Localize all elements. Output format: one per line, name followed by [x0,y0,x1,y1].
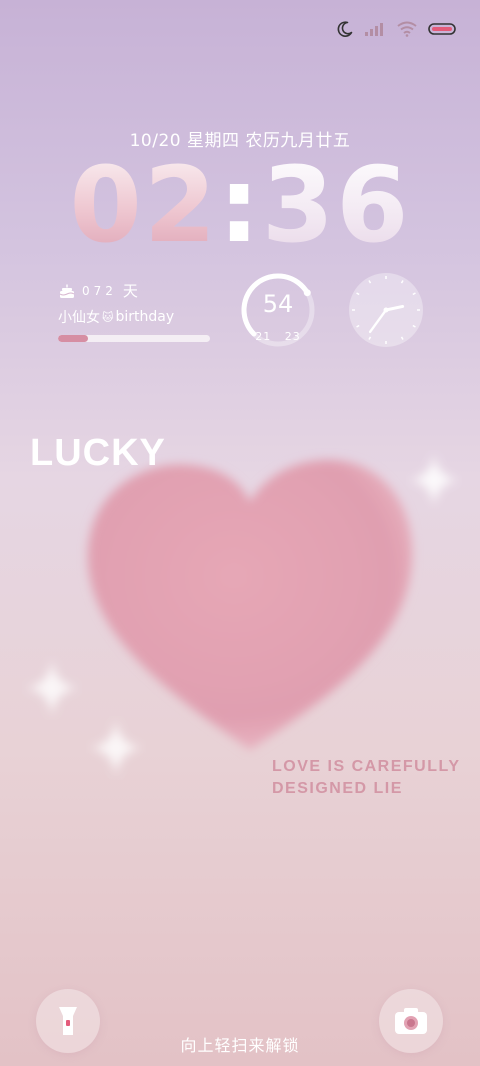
countdown-days: 072 [82,283,117,298]
countdown-unit: 天 [122,282,138,300]
birthday-countdown-widget[interactable]: 072 天 小仙女 🐱 birthday [58,280,213,342]
wifi-icon [397,21,417,37]
cat-emoji-icon: 🐱 [102,310,114,324]
tagline-line-1: LOVE IS CAREFULLY [272,758,461,775]
temperature-high: 23 [284,330,301,343]
tagline-line-2: DESIGNED LIE [272,780,403,797]
weather-widget[interactable]: 54 21 23 [240,272,316,348]
temperature-low: 21 [255,330,272,343]
countdown-progress-fill [58,335,89,342]
battery-icon [428,23,456,35]
countdown-label-suffix: birthday [115,309,175,325]
cake-icon [59,284,75,298]
status-bar [336,20,456,38]
temperature-current: 54 [262,290,294,318]
sparkle-icon [88,718,144,778]
clock-hour-ones: 2 [143,144,219,266]
temperature-range: 21 23 [240,330,316,343]
countdown-label: 小仙女 🐱 birthday [58,307,213,327]
lock-clock: 02:36 [0,150,480,260]
moon-icon [337,21,353,37]
tagline: LOVE IS CAREFULLY DESIGNED LIE [272,756,460,800]
clock-hour-tens: 0 [69,144,144,266]
signal-icon [365,23,383,36]
swipe-unlock-hint[interactable]: 向上轻扫来解锁 [0,1032,480,1056]
lucky-text: LUCKY [30,432,166,474]
sparkle-icon [24,658,80,718]
analog-clock-widget[interactable] [348,272,424,348]
clock-colon: : [218,144,262,266]
countdown-progress-track [58,335,210,342]
analog-clock-face [349,273,423,347]
countdown-label-prefix: 小仙女 [58,310,100,326]
clock-minute-ones: 6 [336,144,411,266]
clock-minute-tens: 3 [261,144,337,266]
sparkle-icon [408,452,460,508]
